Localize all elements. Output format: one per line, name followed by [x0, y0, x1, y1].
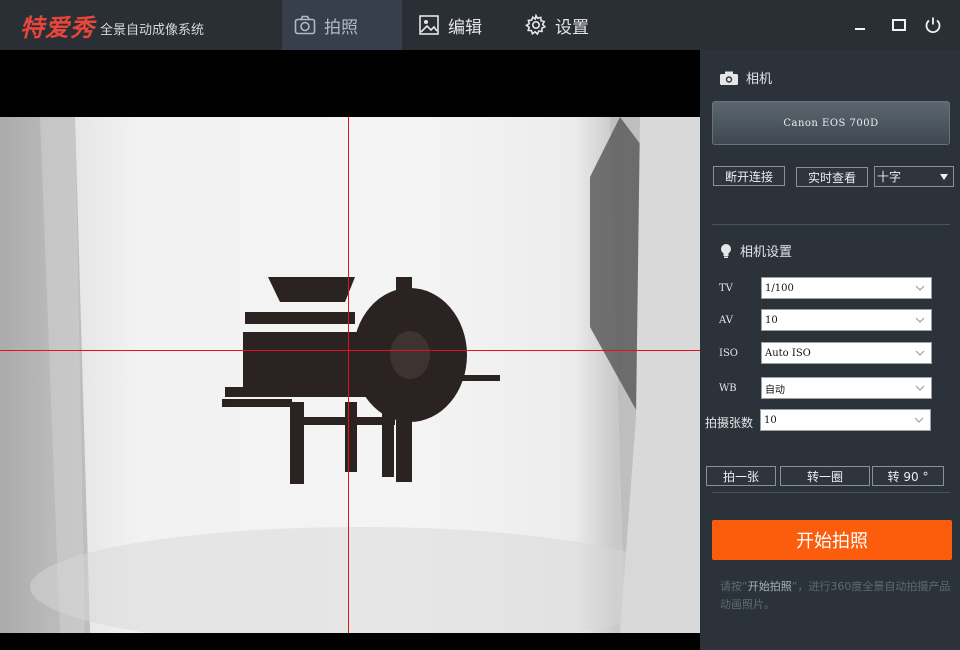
iso-value: Auto ISO	[765, 347, 811, 359]
camera-section-label: 相机	[746, 72, 773, 87]
live-view-image	[0, 117, 700, 633]
shot-count-value: 10	[764, 414, 777, 426]
start-shooting-button[interactable]: 开始拍照	[712, 520, 952, 560]
gear-icon	[525, 14, 547, 36]
iso-select[interactable]: Auto ISO	[761, 342, 932, 364]
camera-settings-label: 相机设置	[740, 245, 793, 260]
av-value: 10	[765, 314, 778, 326]
camera-model-display: Canon EOS 700D	[712, 101, 950, 145]
overlay-mode-value: 十字	[877, 170, 902, 184]
rotate-full-button[interactable]: 转一圈	[780, 466, 870, 486]
wb-value: 自动	[765, 384, 785, 396]
control-panel: 相机 Canon EOS 700D 断开连接 实时查看 十字 相机设置 TV 1…	[700, 50, 960, 650]
shoot-one-button[interactable]: 拍一张	[706, 466, 776, 486]
section-divider	[712, 224, 950, 225]
live-view-button[interactable]: 实时查看	[796, 167, 868, 187]
lightbulb-icon	[720, 243, 732, 259]
camera-settings-title: 相机设置	[720, 241, 792, 260]
shot-count-label: 拍摄张数	[705, 416, 754, 430]
camera-icon	[294, 14, 316, 36]
tab-edit-label: 编辑	[448, 17, 482, 38]
dropdown-arrow-icon	[940, 174, 948, 180]
tab-settings[interactable]: 设置	[525, 0, 589, 50]
chevron-down-icon	[915, 349, 925, 360]
maximize-icon[interactable]	[890, 16, 908, 34]
tab-settings-label: 设置	[555, 17, 589, 38]
tab-shoot-label: 拍照	[324, 17, 358, 38]
crosshair-vertical	[348, 117, 349, 633]
tab-edit[interactable]: 编辑	[418, 0, 482, 50]
section-divider	[712, 492, 950, 493]
overlay-mode-select[interactable]: 十字	[874, 166, 954, 187]
av-label: AV	[719, 315, 733, 326]
minimize-icon[interactable]	[851, 16, 869, 34]
app-logo: 特爱秀	[20, 14, 95, 42]
disconnect-button[interactable]: 断开连接	[713, 166, 785, 186]
tv-select[interactable]: 1/100	[761, 277, 932, 299]
crosshair-horizontal	[0, 350, 700, 351]
camera-preview[interactable]	[0, 50, 700, 650]
tab-shoot[interactable]: 拍照	[282, 0, 402, 50]
iso-label: ISO	[719, 348, 738, 359]
power-icon[interactable]	[924, 16, 942, 34]
title-bar: 特爱秀 全景自动成像系统 拍照 编辑 设置	[0, 0, 960, 50]
chevron-down-icon	[914, 416, 924, 427]
tv-label: TV	[719, 283, 733, 294]
hint-highlight: 开始拍照	[747, 580, 792, 593]
chevron-down-icon	[915, 284, 925, 295]
chevron-down-icon	[915, 316, 925, 327]
av-select[interactable]: 10	[761, 309, 932, 331]
hint-before: 请按“	[720, 580, 748, 593]
shot-count-select[interactable]: 10	[760, 409, 931, 431]
app-subtitle: 全景自动成像系统	[100, 23, 205, 38]
wb-select[interactable]: 自动	[761, 377, 932, 399]
image-icon	[418, 14, 440, 36]
hint-text: 请按“开始拍照”，进行360度全景自动拍摄产品动画照片。	[720, 578, 952, 614]
tv-value: 1/100	[765, 282, 794, 294]
camera-section-title: 相机	[720, 68, 772, 87]
chevron-down-icon	[915, 384, 925, 395]
wb-label: WB	[719, 383, 737, 394]
camera-small-icon	[720, 71, 738, 85]
rotate-90-button[interactable]: 转 90 °	[872, 466, 944, 486]
